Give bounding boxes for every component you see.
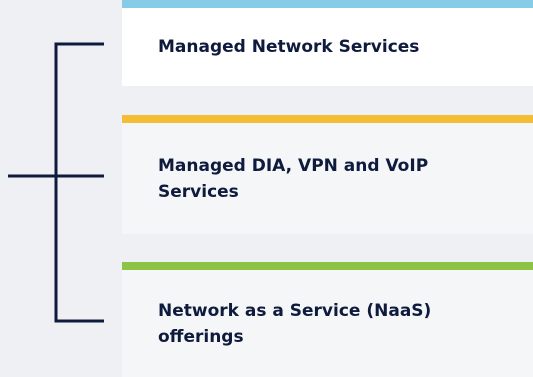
service-card-managed-network: Managed Network Services [122, 0, 533, 86]
card-accent-bar [122, 115, 533, 123]
service-label: Managed DIA, VPN and VoIP Services [158, 155, 429, 202]
service-card-dia-vpn-voip: Managed DIA, VPN and VoIP Services [122, 115, 533, 234]
service-card-naas: Network as a Service (NaaS) offerings [122, 262, 533, 377]
card-accent-bar [122, 0, 533, 8]
card-accent-bar [122, 262, 533, 270]
service-label: Network as a Service (NaaS) offerings [158, 300, 432, 347]
service-label: Managed Network Services [158, 37, 420, 57]
